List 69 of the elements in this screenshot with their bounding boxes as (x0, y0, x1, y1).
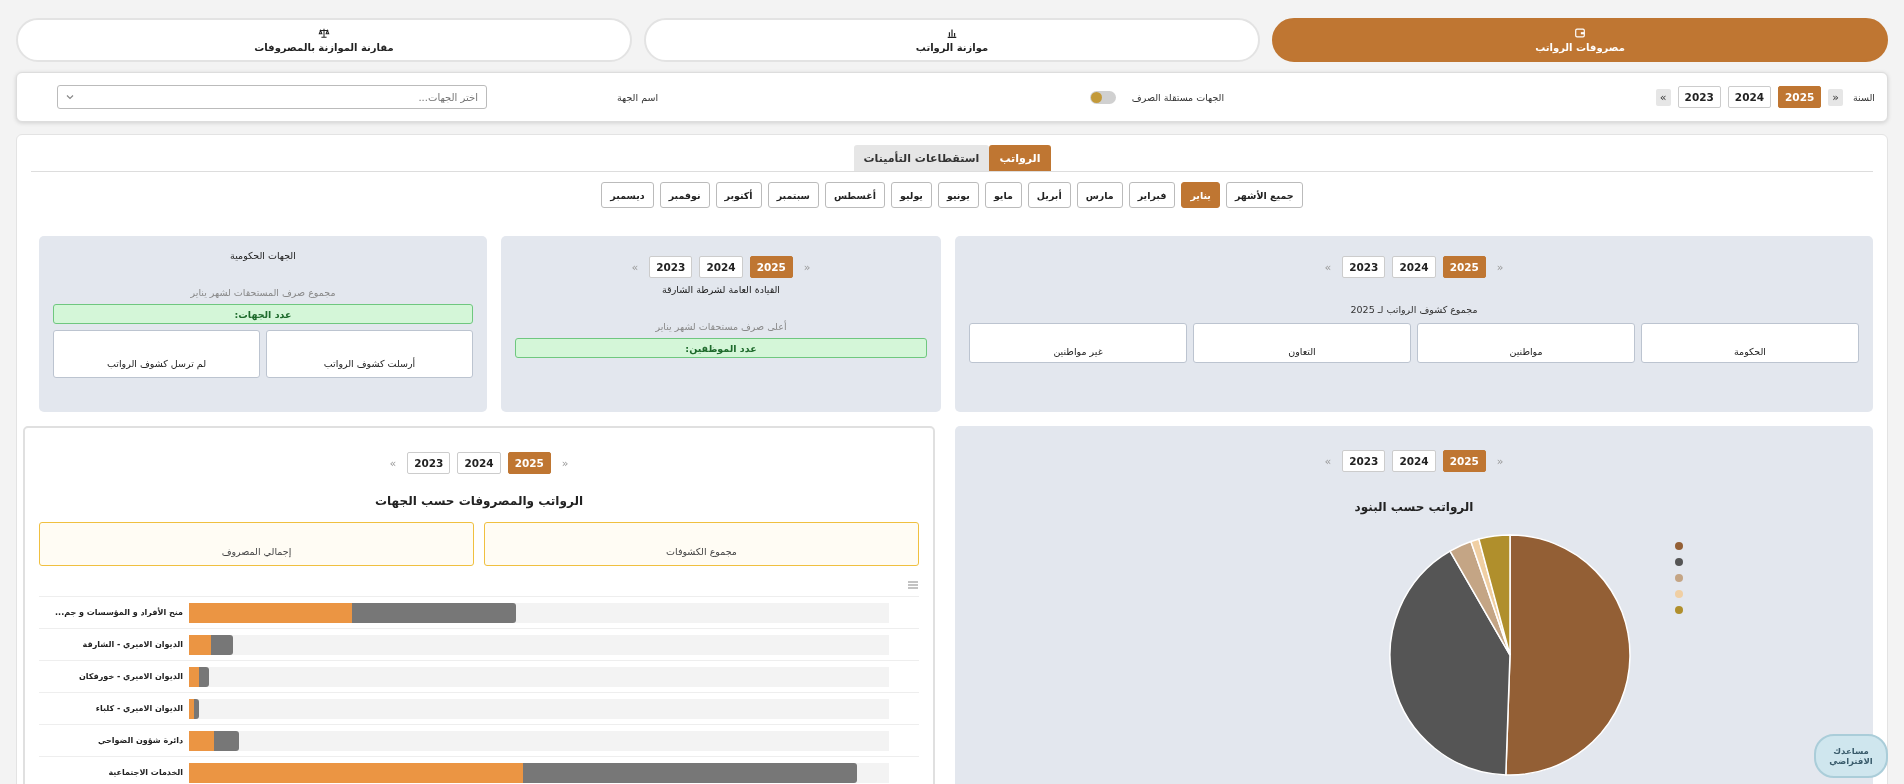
next-year-button[interactable]: » (1655, 88, 1671, 106)
chart-title: الرواتب حسب البنود (1354, 500, 1474, 514)
year-button[interactable]: 2023 (649, 256, 693, 278)
count-badge: عدد الموظفين: (515, 338, 927, 358)
stat-label: غير مواطنين (1053, 346, 1103, 357)
toggle-label: الجهات مستقلة الصرف (1131, 91, 1225, 103)
year-button[interactable]: 2025 (1778, 86, 1822, 108)
stat-label: لم ترسل كشوف الرواتب (107, 358, 207, 369)
month-button[interactable]: مايو (984, 182, 1022, 208)
year-label: السنة (1853, 91, 1875, 103)
category-label: الخدمات الاجتماعية (107, 768, 184, 777)
card-caption: مجموع كشوف الرواتب لـ 2025 (1350, 304, 1478, 315)
year-button[interactable]: 2024 (1392, 256, 1436, 278)
month-button[interactable]: أبريل (1027, 182, 1071, 208)
year-button[interactable]: 2024 (457, 452, 501, 474)
category-label: الديوان الاميري - خورفكان (78, 672, 184, 681)
category-label: دائرة شؤون الضواحي (96, 736, 184, 745)
year-button[interactable]: 2025 (1442, 450, 1486, 472)
toggle-switch[interactable] (1089, 90, 1116, 104)
month-button[interactable]: سبتمبر (767, 182, 819, 208)
entity-label: اسم الجهة (617, 91, 659, 103)
month-button[interactable]: نوفمبر (659, 182, 710, 208)
entity-select[interactable]: اختر الجهات... (57, 85, 487, 109)
stat-label: التعاون (1288, 346, 1316, 357)
month-button[interactable]: يونيو (937, 182, 979, 208)
year-button[interactable]: 2023 (1342, 450, 1386, 472)
month-button[interactable]: أغسطس (824, 182, 885, 208)
month-button[interactable]: مارس (1076, 182, 1123, 208)
page-tab[interactable]: مقارنة الموازنة بالمصروفات (16, 18, 632, 62)
bar-chart-icon (946, 27, 958, 39)
page-tab[interactable]: موازنة الرواتب (644, 18, 1260, 62)
category-label: الديوان الاميري - الشارقة (81, 640, 184, 649)
card-title: الجهات الحكومية (230, 250, 296, 261)
page-tab[interactable]: مصروفات الرواتب (1272, 18, 1888, 62)
year-button[interactable]: 2024 (1727, 86, 1772, 108)
section-tab[interactable]: استقطاعات التأمينات (853, 145, 990, 171)
month-button[interactable]: يناير (1181, 182, 1220, 208)
chart-title: الرواتب والمصروفات حسب الجهات (375, 494, 583, 508)
year-button[interactable]: 2023 (1677, 86, 1721, 108)
category-label: الديوان الاميري - كلباء (94, 704, 184, 713)
month-button[interactable]: أكتوبر (715, 182, 762, 208)
year-button[interactable]: 2023 (1342, 256, 1386, 278)
category-label: منح الأفراد و المؤسسات و جم... (54, 608, 184, 617)
stat-label: الحكومة (1734, 346, 1766, 357)
count-badge: عدد الجهات: (53, 304, 473, 324)
wallet-icon (1574, 27, 1586, 39)
section-tab[interactable]: الرواتب (989, 145, 1051, 171)
month-button[interactable]: فبراير (1128, 182, 1176, 208)
month-button[interactable]: يوليو (891, 182, 932, 208)
summary-label: إجمالي المصروف (221, 546, 292, 557)
year-button[interactable]: 2024 (1392, 450, 1436, 472)
year-button[interactable]: 2025 (507, 452, 551, 474)
card-caption: مجموع صرف المستحقات لشهر يناير (190, 287, 336, 298)
entity-name: القيادة العامة لشرطة الشارقة (662, 284, 780, 295)
year-button[interactable]: 2024 (699, 256, 743, 278)
stat-label: مواطنين (1509, 346, 1543, 357)
year-button[interactable]: 2025 (1442, 256, 1486, 278)
card-caption: أعلى صرف مستحقات لشهر يناير (655, 321, 787, 332)
year-button[interactable]: 2025 (749, 256, 793, 278)
month-button[interactable]: ديسمبر (601, 182, 654, 208)
year-button[interactable]: 2023 (407, 452, 451, 474)
previous-year-button[interactable]: « (1828, 88, 1844, 106)
menu-icon[interactable] (907, 580, 919, 590)
scale-icon (318, 27, 330, 39)
assistant-badge[interactable]: مساعدك الافتراضي (1814, 734, 1888, 778)
stat-label: أرسلت كشوف الرواتب (323, 358, 416, 369)
chevron-down-icon (65, 92, 75, 102)
summary-label: مجموع الكشوفات (666, 546, 737, 557)
month-button[interactable]: جميع الأشهر (1225, 182, 1303, 208)
